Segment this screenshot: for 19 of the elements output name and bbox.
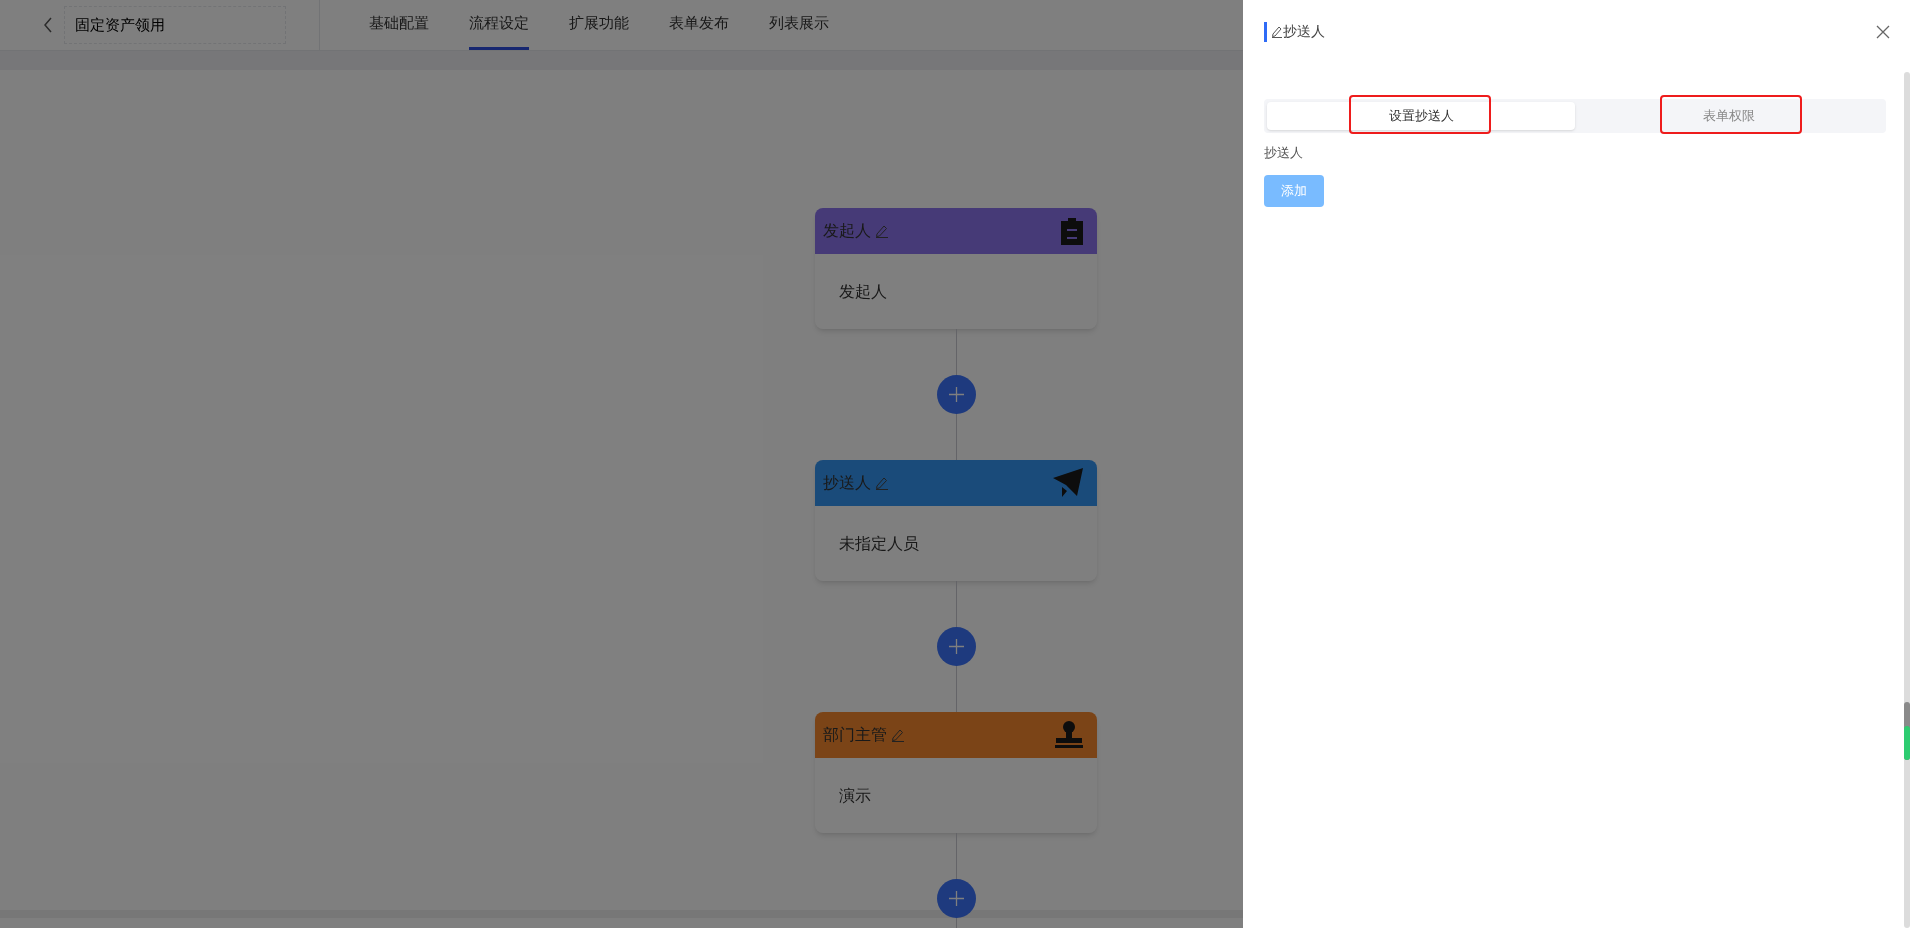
flow-node-card[interactable]: 发起人 发起人 — [815, 208, 1097, 329]
node-title: 发起人 — [823, 221, 871, 241]
node-title: 抄送人 — [823, 473, 871, 493]
node-text: 未指定人员 — [839, 533, 919, 554]
nav-tab[interactable]: 列表展示 — [769, 0, 829, 50]
nav-tab[interactable]: 基础配置 — [369, 0, 429, 50]
nav-tab[interactable]: 扩展功能 — [569, 0, 629, 50]
field-label: 抄送人 — [1264, 144, 1304, 162]
flow-node-card[interactable]: 部门主管 演示 — [815, 712, 1097, 833]
segment-tab[interactable]: 设置抄送人 — [1267, 102, 1575, 130]
drawer-title: 抄送人 — [1283, 22, 1325, 41]
flow-node-card[interactable]: 抄送人 未指定人员 — [815, 460, 1097, 581]
node-text: 发起人 — [839, 281, 887, 302]
node-text: 演示 — [839, 785, 871, 806]
app-title: 固定资产领用 — [75, 14, 165, 35]
node-title: 部门主管 — [823, 725, 887, 745]
segment-tab[interactable]: 表单权限 — [1575, 102, 1883, 130]
title-field[interactable]: 固定资产领用 — [64, 6, 286, 44]
nav-tab[interactable]: 表单发布 — [669, 0, 729, 50]
